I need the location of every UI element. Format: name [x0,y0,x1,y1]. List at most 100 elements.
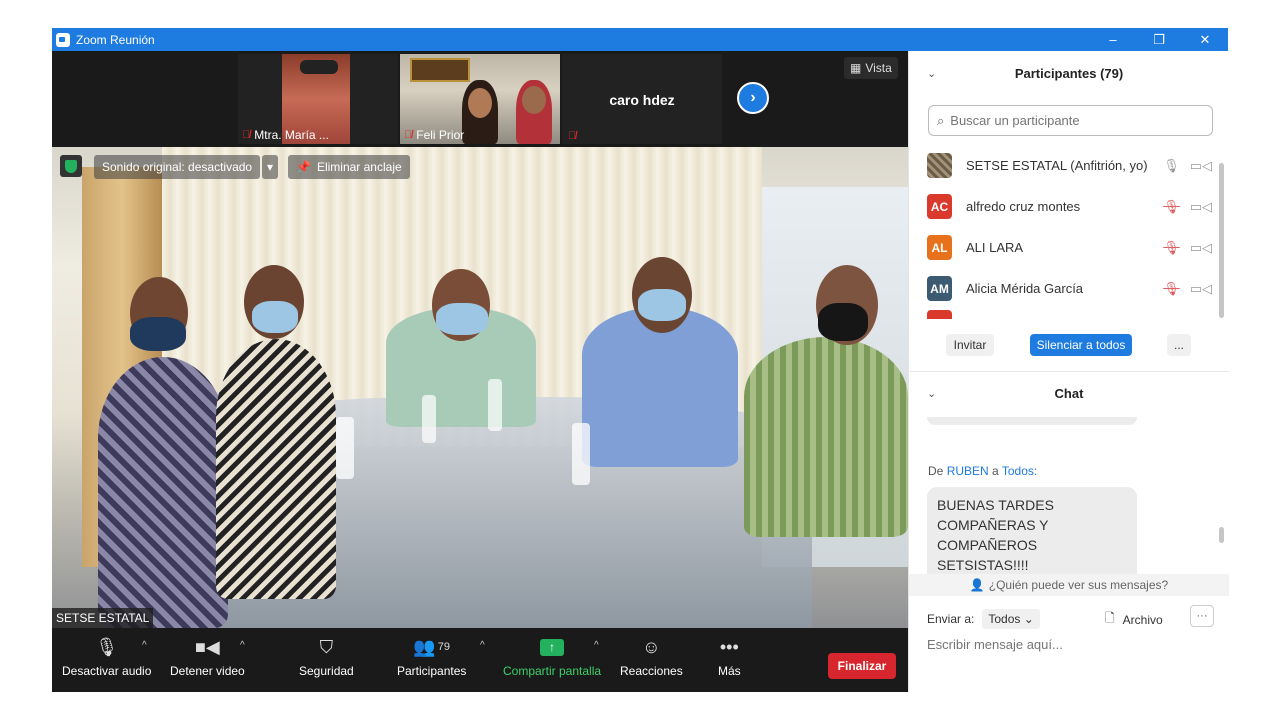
avatar: AL [927,235,952,260]
reactions-label: Reacciones [620,664,683,678]
chat-scrollbar[interactable] [1219,527,1224,543]
mic-muted-icon: 🎙 [1163,280,1180,296]
participant-list-scrollbar[interactable] [1219,163,1224,318]
share-options-caret[interactable]: ^ [594,640,599,651]
mute-button[interactable]: 🎙 Desactivar audio [62,634,151,679]
participant-search[interactable]: ⌕ [928,105,1213,136]
who-can-see-link[interactable]: 👤 ¿Quién puede ver sus mensajes? [909,574,1229,596]
participant-name: ALI LARA [966,240,1024,255]
thumbnail-label: 🎙̸ Feli Prior [404,128,464,142]
video-options-caret[interactable]: ^ [240,640,245,651]
thumbnail-strip: 🎙̸ Mtra. María ... 🎙̸ Feli Prior caro hd… [52,51,908,147]
avatar: AC [927,194,952,219]
participants-options-caret[interactable]: ^ [480,640,485,651]
water-bottle [422,395,436,443]
next-page-button[interactable]: › [737,82,769,114]
participant-name: Alicia Mérida García [966,281,1084,296]
camera-icon: ▭◁ [1189,280,1212,296]
participant-row[interactable]: AC alfredo cruz montes 🎙 ▭◁ [927,186,1212,227]
original-sound-dropdown[interactable]: ▾ [262,155,278,179]
smile-icon: ☺ [642,636,661,657]
participant-row[interactable]: SETSE ESTATAL (Anfitrión, yo) 🎙 ▭◁ [927,145,1212,186]
thumbnail-participant[interactable]: 🎙̸ Feli Prior [400,54,560,144]
share-screen-button[interactable]: ↑ Compartir pantalla [503,634,601,678]
title-bar: Zoom Reunión – ❐ ✕ [52,28,1228,51]
original-sound-label: Sonido original: desactivado [102,160,253,174]
from-prefix: De [928,464,944,478]
invite-button[interactable]: Invitar [946,334,994,356]
participant-search-input[interactable] [950,113,1191,128]
sender-name[interactable]: RUBEN [947,464,989,478]
meeting-toolbar: 🎙 Desactivar audio ^ ■◀ Detener video ^ … [52,628,908,692]
participants-label: Participantes [397,664,467,678]
shield-icon [65,159,77,173]
send-to-dropdown[interactable]: Todos ⌄ [982,609,1040,629]
send-to-label: Enviar a: [927,612,975,626]
window-controls: – ❐ ✕ [1090,28,1228,51]
thumbnail-label: 🎙̸ [568,130,576,142]
close-button[interactable]: ✕ [1182,28,1228,51]
maximize-button[interactable]: ❐ [1136,28,1182,51]
minimize-button[interactable]: – [1090,28,1136,51]
chevron-down-icon: ⌄ [1023,612,1034,626]
file-label: Archivo [1122,612,1163,627]
more-label: Más [718,664,741,678]
send-to-value: Todos [988,612,1021,626]
camera-icon: ▭◁ [1189,239,1212,255]
camera-icon: ■◀ [195,636,220,657]
encryption-badge[interactable] [60,155,82,177]
participants-header: ⌄ Participantes (79) [909,51,1229,95]
stop-video-button[interactable]: ■◀ Detener video [170,634,245,679]
send-to-row: Enviar a: Todos ⌄ [927,609,1040,629]
chat-message-input[interactable] [927,637,1212,652]
to-word: a [992,464,999,478]
person-shape [744,337,908,537]
more-button[interactable]: ••• Más [718,634,741,679]
stop-video-label: Detener video [170,664,245,678]
participant-row[interactable]: AM Alicia Mérida García 🎙 ▭◁ [927,268,1212,309]
chat-message-header: De RUBEN a Todos: [928,464,1037,478]
view-button[interactable]: ▦ Vista [844,57,898,79]
side-panel: ⌄ Participantes (79) ⌕ SETSE ESTATAL (An… [908,51,1229,692]
remove-pin-button[interactable]: 📌 Eliminar anclaje [288,155,410,179]
recipient-name: Todos: [1001,464,1038,478]
security-button[interactable]: ⛉ Seguridad [299,634,354,679]
water-bottle [488,379,502,431]
audio-options-caret[interactable]: ^ [142,640,147,651]
collapse-chevron-icon[interactable]: ⌄ [927,387,936,400]
glasses-shape [300,60,338,74]
speaker-name-tag: SETSE ESTATAL [52,608,154,628]
collapse-chevron-icon[interactable]: ⌄ [927,67,936,80]
end-meeting-button[interactable]: Finalizar [828,653,896,679]
thumbnail-label: 🎙̸ Mtra. María ... [242,128,329,142]
more-icon: ••• [719,636,739,657]
chat-more-button[interactable]: ··· [1190,605,1214,627]
thumbnail-participant[interactable]: caro hdez 🎙̸ [562,54,722,144]
file-button[interactable]: 🗋 Archivo [1105,609,1163,630]
participant-name: SETSE ESTATAL (Anfitrión, yo) [966,158,1148,173]
mask-shape [818,303,868,341]
participant-row[interactable]: AL ALI LARA 🎙 ▭◁ [927,227,1212,268]
water-bottle [336,417,354,479]
file-icon: 🗋 [1105,611,1115,625]
microphone-icon: 🎙 [1163,157,1180,173]
participant-status: 🎙 ▭◁ [1163,281,1212,297]
active-speaker-video: Sonido original: desactivado ▾ 📌 Elimina… [52,147,908,628]
original-sound-badge[interactable]: Sonido original: desactivado [94,155,261,179]
chat-title: Chat [1054,385,1084,401]
person-icon: 👤 [969,578,985,592]
face-shape [468,88,492,118]
mic-muted-icon: 🎙 [1163,239,1180,255]
person-shape [98,357,228,628]
thumbnail-name: Mtra. María ... [254,128,329,142]
participants-more-button[interactable]: ... [1167,334,1191,356]
mute-all-button[interactable]: Silenciar a todos [1030,334,1132,356]
reactions-button[interactable]: ☺ Reacciones [620,634,683,679]
avatar [927,153,952,178]
participants-title: Participantes (79) [1014,65,1124,81]
participants-button[interactable]: 👥 79 Participantes [397,634,467,679]
security-label: Seguridad [299,664,354,678]
water-bottle [572,423,590,485]
grid-icon: ▦ [850,61,862,75]
thumbnail-participant[interactable]: 🎙̸ Mtra. María ... [238,54,398,144]
